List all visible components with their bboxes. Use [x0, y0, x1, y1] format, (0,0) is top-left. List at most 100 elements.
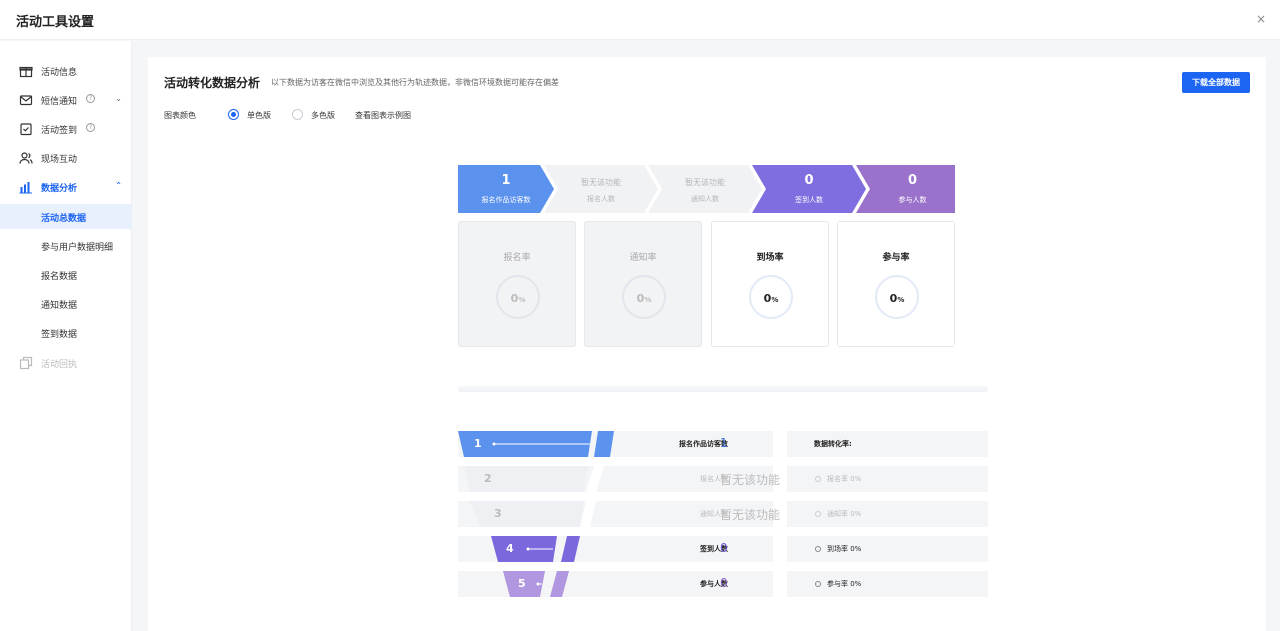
- sidebar-subitem-label: 报名数据: [41, 272, 78, 282]
- sidebar: 活动信息 短信通知 ? ⌄ 活动签到 ? 现场互动 数据分析 ⌃ 活动总数据 参…: [0, 41, 132, 631]
- rate-card-title: 参与率: [882, 253, 910, 263]
- rate-unit: %: [771, 296, 779, 304]
- sidebar-item-checkin[interactable]: 活动签到 ?: [0, 116, 132, 142]
- rate-ring: 0%: [622, 275, 666, 319]
- funnel-bar: [470, 501, 596, 527]
- help-icon[interactable]: ?: [86, 94, 95, 103]
- chart-color-label: 图表颜色: [164, 111, 196, 120]
- bullet-icon: [815, 476, 821, 482]
- step-label: 参与人数: [898, 196, 927, 204]
- rate-card-title: 到场率: [756, 253, 784, 263]
- close-icon[interactable]: ×: [1256, 12, 1266, 26]
- window-title: 活动工具设置: [16, 15, 95, 30]
- funnel-bar: [491, 536, 580, 562]
- sidebar-item-label: 活动回执: [41, 360, 78, 370]
- funnel-bar: [458, 431, 614, 457]
- rate-card-participation: 参与率 0%: [837, 221, 955, 347]
- page-title: 活动转化数据分析: [164, 76, 261, 90]
- multi-radio[interactable]: [292, 109, 303, 120]
- section-divider: [458, 386, 988, 392]
- funnel-value: 0: [720, 541, 728, 555]
- sidebar-subitem-signup-data[interactable]: 报名数据: [0, 262, 132, 287]
- step-label: 报名作品访客数: [481, 196, 531, 204]
- conversion-funnel: 1 报名作品访客数 1 数据转化率: 2 报名人数 暂无该功能 报名率 0% 3…: [458, 431, 988, 601]
- mail-icon: [19, 95, 33, 106]
- bullet-icon: [815, 581, 821, 587]
- step-value: 暂无该功能: [581, 178, 621, 187]
- sidebar-item-label: 活动信息: [41, 68, 78, 78]
- funnel-row: 1 报名作品访客数 1 数据转化率:: [458, 431, 988, 457]
- step-value: 0: [907, 173, 918, 188]
- funnel-step-number: 1: [474, 437, 482, 450]
- download-all-button[interactable]: 下载全部数据: [1182, 72, 1250, 93]
- rate-ring: 0%: [496, 275, 540, 319]
- step-visitors: 1 报名作品访客数: [458, 165, 554, 213]
- rate-card-title: 报名率: [503, 253, 531, 263]
- sidebar-subitem-notice-data[interactable]: 通知数据: [0, 291, 132, 316]
- chevron-up-icon[interactable]: ⌃: [115, 181, 122, 190]
- users-icon: [19, 152, 33, 164]
- top-bar: 活动工具设置 ×: [0, 0, 1280, 40]
- sidebar-item-sms[interactable]: 短信通知 ? ⌄: [0, 87, 132, 113]
- sidebar-subitem-checkin-data[interactable]: 签到数据: [0, 320, 132, 345]
- sidebar-subitem-label: 活动总数据: [41, 214, 87, 224]
- rate-unit: %: [518, 296, 526, 304]
- funnel-rate: 参与率 0%: [827, 580, 862, 588]
- page-description: 以下数据为访客在微信中浏览及其他行为轨迹数据，非微信环境数据可能存在偏差: [271, 78, 559, 87]
- checkin-icon: [20, 123, 32, 136]
- sidebar-subitem-user-details[interactable]: 参与用户数据明细: [0, 233, 132, 258]
- sidebar-item-activity-info[interactable]: 活动信息: [0, 58, 132, 84]
- step-label: 报名人数: [587, 195, 615, 203]
- funnel-row: 5 参与人数 0 参与率 0%: [458, 571, 988, 597]
- funnel-step-number: 4: [506, 542, 514, 555]
- mono-radio[interactable]: [228, 109, 239, 120]
- funnel-step-number: 3: [494, 507, 502, 520]
- help-icon[interactable]: ?: [86, 123, 95, 132]
- rate-card-title: 通知率: [629, 253, 657, 263]
- bar-chart-icon: [19, 182, 32, 194]
- step-notice: 暂无该功能 通知人数: [648, 165, 762, 213]
- multi-label[interactable]: 多色版: [311, 110, 335, 121]
- chevron-down-icon[interactable]: ⌄: [115, 94, 122, 103]
- funnel-row: 3 通知人数 暂无该功能 通知率 0%: [458, 501, 988, 527]
- step-participants: 0 参与人数: [856, 165, 955, 213]
- rate-card-signup: 报名率 0%: [458, 221, 576, 347]
- rate-ring: 0%: [749, 275, 793, 319]
- sidebar-subitem-label: 通知数据: [41, 301, 78, 311]
- rate-unit: %: [644, 296, 652, 304]
- funnel-value: 暂无该功能: [720, 473, 781, 487]
- sidebar-subitem-label: 参与用户数据明细: [41, 243, 114, 253]
- main-panel: 活动转化数据分析 以下数据为访客在微信中浏览及其他行为轨迹数据，非微信环境数据可…: [148, 57, 1266, 631]
- rate-unit: %: [897, 296, 905, 304]
- gift-icon: [19, 66, 33, 78]
- funnel-row: 2 报名人数 暂无该功能 报名率 0%: [458, 466, 988, 492]
- funnel-value: 1: [720, 436, 728, 450]
- sidebar-item-receipt: 活动回执: [0, 350, 132, 376]
- step-checkin: 0 签到人数: [752, 165, 866, 213]
- funnel-rate: 报名率 0%: [827, 475, 862, 483]
- step-value: 1: [501, 173, 511, 188]
- rate-card-attendance: 到场率 0%: [711, 221, 829, 347]
- view-example-link[interactable]: 查看图表示例图: [355, 110, 411, 121]
- rate-card-notice: 通知率 0%: [584, 221, 702, 347]
- sidebar-item-interaction[interactable]: 现场互动: [0, 145, 132, 171]
- step-arrow-shape: [648, 165, 762, 213]
- funnel-row: 4 签到人数 0 到场率 0%: [458, 536, 988, 562]
- step-label: 通知人数: [691, 195, 719, 203]
- rate-ring: 0%: [875, 275, 919, 319]
- funnel-step-number: 5: [518, 577, 526, 590]
- mono-label[interactable]: 单色版: [247, 110, 271, 121]
- bullet-icon: [815, 546, 821, 552]
- sidebar-item-label: 活动签到: [41, 126, 78, 136]
- funnel-rate: 通知率 0%: [827, 510, 862, 518]
- funnel-rate: 到场率 0%: [827, 545, 862, 553]
- sidebar-item-label: 现场互动: [41, 155, 78, 165]
- sidebar-subitem-overview[interactable]: 活动总数据: [0, 204, 132, 229]
- step-value: 暂无该功能: [685, 178, 725, 187]
- funnel-rate-title: 数据转化率:: [814, 440, 852, 448]
- sidebar-item-label: 短信通知: [41, 97, 78, 107]
- sidebar-item-data-analysis[interactable]: 数据分析 ⌃: [0, 174, 132, 200]
- bullet-icon: [815, 511, 821, 517]
- step-value: 0: [804, 173, 814, 188]
- funnel-bar: [503, 571, 569, 597]
